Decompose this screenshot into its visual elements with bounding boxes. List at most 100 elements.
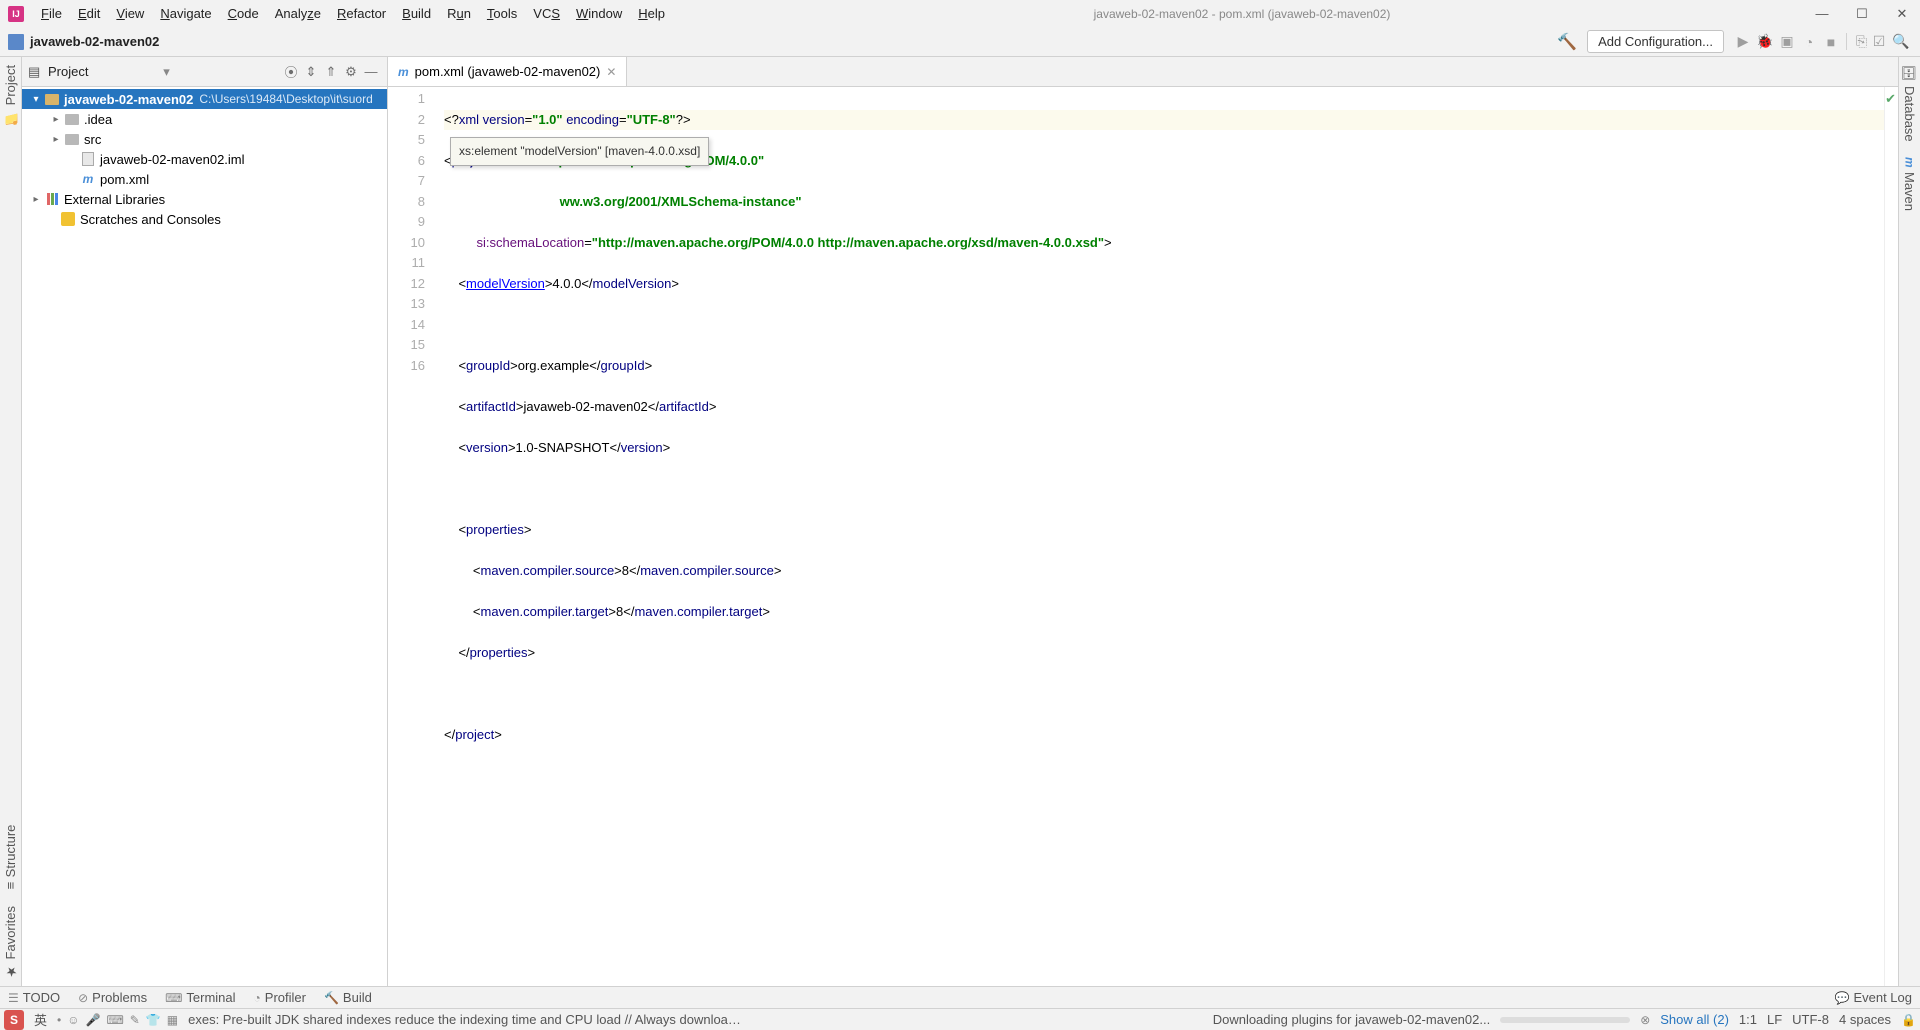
event-log-button[interactable]: 💬Event Log xyxy=(1835,990,1913,1005)
chevron-right-icon[interactable]: ▸ xyxy=(48,114,64,125)
editor-tab-pom[interactable]: m pom.xml (javaweb-02-maven02) ✕ xyxy=(388,57,627,86)
tree-item-external-libraries[interactable]: ▸ External Libraries xyxy=(22,189,387,209)
tree-item-pom[interactable]: m pom.xml xyxy=(22,169,387,189)
cancel-icon[interactable]: ⊗ xyxy=(1640,1013,1650,1027)
tree-item-iml[interactable]: javaweb-02-maven02.iml xyxy=(22,149,387,169)
editor-tabs: m pom.xml (javaweb-02-maven02) ✕ xyxy=(388,57,1898,87)
caret-position[interactable]: 1:1 xyxy=(1739,1012,1757,1027)
editor-body[interactable]: 1 2 5 6 7 8 9 10 11 12 13 14 15 16 <?xml… xyxy=(388,87,1898,986)
menu-run[interactable]: Run xyxy=(440,3,478,24)
favorites-tool-button[interactable]: ★Favorites xyxy=(3,898,18,986)
database-tool-button[interactable]: 🗄Database xyxy=(1902,57,1917,149)
status-downloading: Downloading plugins for javaweb-02-maven… xyxy=(1213,1012,1491,1027)
structure-tool-button[interactable]: ≡Structure xyxy=(3,817,18,897)
menu-vcs[interactable]: VCS xyxy=(526,3,567,24)
chevron-right-icon[interactable]: ▸ xyxy=(48,134,64,145)
breadcrumb[interactable]: javaweb-02-maven02 xyxy=(30,34,159,49)
build-icon[interactable]: 🔨 xyxy=(1557,32,1577,52)
folder-icon xyxy=(64,111,80,127)
chevron-right-icon[interactable]: ▸ xyxy=(28,194,44,205)
chevron-down-icon[interactable]: ▾ xyxy=(28,94,44,105)
hide-icon[interactable]: — xyxy=(361,64,381,79)
menu-navigate[interactable]: Navigate xyxy=(153,3,218,24)
locate-icon[interactable]: ⦿ xyxy=(281,62,301,81)
build-tool-button[interactable]: 🔨Build xyxy=(324,990,372,1005)
tree-label: src xyxy=(84,132,101,147)
tree-label: .idea xyxy=(84,112,112,127)
lock-icon[interactable]: 🔒 xyxy=(1901,1013,1916,1027)
show-all-link[interactable]: Show all (2) xyxy=(1660,1012,1729,1027)
documentation-tooltip: xs:element "modelVersion" [maven-4.0.0.x… xyxy=(450,137,709,166)
run-configuration[interactable]: Add Configuration... xyxy=(1587,30,1724,53)
chevron-down-icon[interactable]: ▾ xyxy=(163,64,170,80)
terminal-tool-button[interactable]: ⌨Terminal xyxy=(165,990,235,1005)
maven-tool-button[interactable]: mMaven xyxy=(1902,149,1917,219)
expand-all-icon[interactable]: ⇕ xyxy=(301,64,321,80)
maven-icon: m xyxy=(398,65,409,79)
left-tool-rail: 📁Project ≡Structure ★Favorites xyxy=(0,57,22,986)
stop-icon[interactable]: ■ xyxy=(1820,34,1842,50)
project-panel: ▤ Project ▾ ⦿ ⇕ ⇑ ⚙ — ▾ javaweb-02-maven… xyxy=(22,57,388,986)
bottom-tool-tabs: ☰TODO ⊘Problems ⌨Terminal ◔Profiler 🔨Bui… xyxy=(0,986,1920,1008)
maximize-button[interactable]: ☐ xyxy=(1852,4,1872,24)
menu-view[interactable]: View xyxy=(109,3,151,24)
ime-toolbar[interactable]: •☺🎤⌨✎👕▦ xyxy=(57,1013,178,1027)
inspection-gutter[interactable]: ✔ xyxy=(1884,87,1898,986)
problems-tool-button[interactable]: ⊘Problems xyxy=(78,990,147,1005)
code-editor[interactable]: <?xml version="1.0" encoding="UTF-8"?> <… xyxy=(444,87,1884,986)
project-tool-button[interactable]: 📁Project xyxy=(3,57,18,133)
file-icon xyxy=(80,151,96,167)
menu-window[interactable]: Window xyxy=(569,3,629,24)
menu-file[interactable]: File xyxy=(34,3,69,24)
menu-edit[interactable]: Edit xyxy=(71,3,107,24)
menu-refactor[interactable]: Refactor xyxy=(330,3,393,24)
main-area: 📁Project ≡Structure ★Favorites ▤ Project… xyxy=(0,57,1920,986)
tree-item-idea[interactable]: ▸ .idea xyxy=(22,109,387,129)
line-separator[interactable]: LF xyxy=(1767,1012,1782,1027)
tree-item-src[interactable]: ▸ src xyxy=(22,129,387,149)
coverage-icon[interactable]: ▣ xyxy=(1776,33,1798,50)
tree-label: pom.xml xyxy=(100,172,149,187)
ime-icon[interactable]: S xyxy=(4,1010,24,1030)
profile-icon[interactable]: ◔ xyxy=(1798,34,1820,50)
project-tree[interactable]: ▾ javaweb-02-maven02 C:\Users\19484\Desk… xyxy=(22,87,387,986)
maven-icon: m xyxy=(80,171,96,187)
tree-path: C:\Users\19484\Desktop\it\suord xyxy=(199,92,372,106)
gutter: 1 2 5 6 7 8 9 10 11 12 13 14 15 16 xyxy=(388,87,444,986)
menu-build[interactable]: Build xyxy=(395,3,438,24)
tree-item-scratches[interactable]: Scratches and Consoles xyxy=(22,209,387,229)
vcs-commit-icon[interactable]: ☑ xyxy=(1868,33,1890,50)
profiler-tool-button[interactable]: ◔Profiler xyxy=(254,990,306,1005)
collapse-all-icon[interactable]: ⇑ xyxy=(321,64,341,80)
window-controls: — ☐ ✕ xyxy=(1812,4,1912,24)
run-icon[interactable]: ▶ xyxy=(1732,33,1754,50)
file-encoding[interactable]: UTF-8 xyxy=(1792,1012,1829,1027)
menu-analyze[interactable]: Analyze xyxy=(268,3,328,24)
debug-icon[interactable]: 🐞 xyxy=(1754,33,1776,50)
minimize-button[interactable]: — xyxy=(1812,4,1832,24)
close-icon[interactable]: ✕ xyxy=(606,65,616,79)
status-notification-indexes[interactable]: exes: Pre-built JDK shared indexes reduc… xyxy=(188,1012,748,1027)
right-tool-rail: 🗄Database mMaven xyxy=(1898,57,1920,986)
project-panel-title[interactable]: Project xyxy=(48,64,159,79)
status-bar: S 英 •☺🎤⌨✎👕▦ exes: Pre-built JDK shared i… xyxy=(0,1008,1920,1030)
inspection-ok-icon[interactable]: ✔ xyxy=(1885,91,1896,107)
project-view-icon: ▤ xyxy=(28,64,44,80)
menu-help[interactable]: Help xyxy=(631,3,672,24)
vcs-pull-icon[interactable]: ⎘ xyxy=(1846,33,1868,50)
ime-lang[interactable]: 英 xyxy=(34,1010,47,1029)
navigation-toolbar: javaweb-02-maven02 🔨 Add Configuration..… xyxy=(0,27,1920,57)
search-everywhere-icon[interactable]: 🔍 xyxy=(1890,33,1912,50)
tree-root[interactable]: ▾ javaweb-02-maven02 C:\Users\19484\Desk… xyxy=(22,89,387,109)
close-button[interactable]: ✕ xyxy=(1892,4,1912,24)
menu-tools[interactable]: Tools xyxy=(480,3,524,24)
gear-icon[interactable]: ⚙ xyxy=(341,64,361,80)
app-icon: IJ xyxy=(8,6,24,22)
project-panel-header: ▤ Project ▾ ⦿ ⇕ ⇑ ⚙ — xyxy=(22,57,387,87)
tree-label: External Libraries xyxy=(64,192,165,207)
todo-tool-button[interactable]: ☰TODO xyxy=(8,990,60,1005)
library-icon xyxy=(44,191,60,207)
folder-icon xyxy=(64,131,80,147)
indent-setting[interactable]: 4 spaces xyxy=(1839,1012,1891,1027)
menu-code[interactable]: Code xyxy=(221,3,266,24)
